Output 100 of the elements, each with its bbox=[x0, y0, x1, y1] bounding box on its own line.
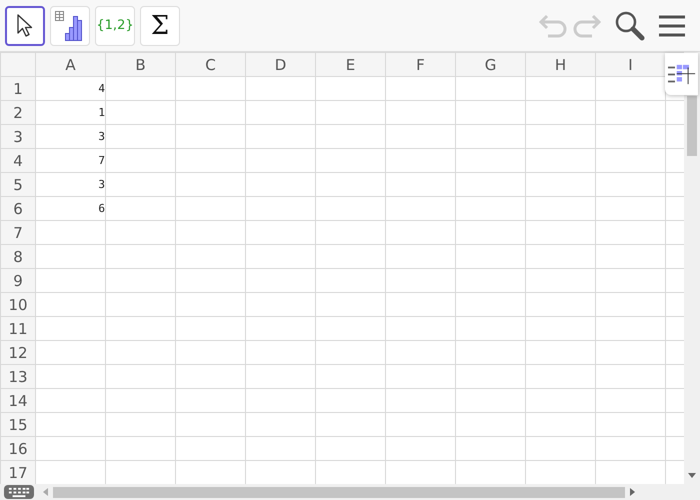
table-cell[interactable] bbox=[176, 388, 246, 412]
table-cell[interactable] bbox=[106, 268, 176, 292]
table-cell[interactable] bbox=[456, 364, 526, 388]
table-cell[interactable] bbox=[526, 364, 596, 388]
row-header[interactable]: 10 bbox=[0, 292, 36, 316]
table-cell[interactable] bbox=[526, 316, 596, 340]
table-cell[interactable] bbox=[596, 316, 666, 340]
table-cell[interactable] bbox=[176, 292, 246, 316]
column-header[interactable]: B bbox=[106, 52, 176, 76]
table-cell[interactable] bbox=[386, 148, 456, 172]
table-cell[interactable] bbox=[386, 412, 456, 436]
table-cell[interactable] bbox=[526, 292, 596, 316]
table-cell[interactable] bbox=[456, 220, 526, 244]
table-cell[interactable] bbox=[176, 100, 246, 124]
row-header[interactable]: 3 bbox=[0, 124, 36, 148]
table-cell[interactable] bbox=[386, 196, 456, 220]
table-cell[interactable] bbox=[246, 196, 316, 220]
table-cell[interactable]: 3 bbox=[36, 124, 106, 148]
column-header[interactable]: C bbox=[176, 52, 246, 76]
table-cell[interactable] bbox=[316, 100, 386, 124]
table-cell[interactable] bbox=[106, 76, 176, 100]
table-cell[interactable] bbox=[386, 76, 456, 100]
table-cell[interactable] bbox=[316, 388, 386, 412]
row-header[interactable]: 13 bbox=[0, 364, 36, 388]
table-cell[interactable] bbox=[246, 268, 316, 292]
table-cell[interactable] bbox=[176, 76, 246, 100]
table-cell[interactable] bbox=[316, 220, 386, 244]
column-header[interactable]: E bbox=[316, 52, 386, 76]
row-header[interactable]: 16 bbox=[0, 436, 36, 460]
table-cell[interactable] bbox=[596, 148, 666, 172]
table-cell[interactable] bbox=[386, 220, 456, 244]
table-cell[interactable] bbox=[176, 220, 246, 244]
table-cell[interactable] bbox=[246, 148, 316, 172]
table-cell[interactable] bbox=[456, 100, 526, 124]
table-cell[interactable] bbox=[36, 436, 106, 460]
table-cell[interactable] bbox=[176, 316, 246, 340]
table-cell[interactable] bbox=[596, 388, 666, 412]
table-cell[interactable] bbox=[246, 172, 316, 196]
table-cell[interactable] bbox=[316, 364, 386, 388]
scrollbar-thumb[interactable] bbox=[687, 96, 697, 156]
column-header[interactable]: A bbox=[36, 52, 106, 76]
table-cell[interactable] bbox=[526, 196, 596, 220]
table-cell[interactable] bbox=[246, 124, 316, 148]
table-cell[interactable] bbox=[596, 340, 666, 364]
table-cell[interactable] bbox=[316, 316, 386, 340]
table-cell[interactable] bbox=[386, 340, 456, 364]
table-cell[interactable] bbox=[386, 124, 456, 148]
table-cell[interactable] bbox=[526, 148, 596, 172]
table-cell[interactable] bbox=[386, 100, 456, 124]
table-cell[interactable] bbox=[176, 244, 246, 268]
table-cell[interactable] bbox=[596, 364, 666, 388]
table-cell[interactable] bbox=[386, 316, 456, 340]
vertical-scrollbar[interactable] bbox=[684, 52, 700, 484]
table-cell[interactable]: 3 bbox=[36, 172, 106, 196]
table-cell[interactable] bbox=[246, 412, 316, 436]
table-cell[interactable]: 7 bbox=[36, 148, 106, 172]
table-cell[interactable] bbox=[36, 244, 106, 268]
table-cell[interactable] bbox=[386, 364, 456, 388]
table-cell[interactable] bbox=[106, 340, 176, 364]
table-cell[interactable]: 1 bbox=[36, 100, 106, 124]
table-cell[interactable] bbox=[456, 196, 526, 220]
table-cell[interactable] bbox=[526, 124, 596, 148]
scrollbar-thumb[interactable] bbox=[53, 486, 625, 498]
table-cell[interactable]: 4 bbox=[36, 76, 106, 100]
table-cell[interactable] bbox=[176, 436, 246, 460]
table-cell[interactable] bbox=[36, 412, 106, 436]
table-cell[interactable] bbox=[106, 436, 176, 460]
row-header[interactable]: 9 bbox=[0, 268, 36, 292]
row-header[interactable]: 15 bbox=[0, 412, 36, 436]
table-cell[interactable] bbox=[316, 244, 386, 268]
table-cell[interactable] bbox=[246, 316, 316, 340]
row-header[interactable]: 11 bbox=[0, 316, 36, 340]
table-cell[interactable] bbox=[456, 436, 526, 460]
table-cell[interactable] bbox=[526, 244, 596, 268]
table-cell[interactable] bbox=[316, 412, 386, 436]
table-cell[interactable] bbox=[456, 388, 526, 412]
table-cell[interactable] bbox=[596, 292, 666, 316]
row-header[interactable]: 7 bbox=[0, 220, 36, 244]
table-cell[interactable] bbox=[456, 316, 526, 340]
table-cell[interactable] bbox=[526, 268, 596, 292]
pointer-tool-button[interactable] bbox=[5, 6, 45, 46]
table-cell[interactable] bbox=[246, 76, 316, 100]
table-cell[interactable] bbox=[526, 172, 596, 196]
table-cell[interactable] bbox=[386, 268, 456, 292]
table-cell[interactable] bbox=[246, 292, 316, 316]
row-header[interactable]: 4 bbox=[0, 148, 36, 172]
table-cell[interactable] bbox=[106, 124, 176, 148]
table-cell[interactable] bbox=[106, 292, 176, 316]
table-cell[interactable] bbox=[526, 388, 596, 412]
row-header[interactable]: 1 bbox=[0, 76, 36, 100]
table-cell[interactable] bbox=[176, 172, 246, 196]
sum-tool-button[interactable]: Σ bbox=[140, 6, 180, 46]
row-header[interactable]: 14 bbox=[0, 388, 36, 412]
row-header[interactable]: 17 bbox=[0, 460, 36, 484]
table-cell[interactable] bbox=[106, 316, 176, 340]
table-cell[interactable] bbox=[456, 244, 526, 268]
table-cell[interactable] bbox=[176, 148, 246, 172]
table-cell[interactable] bbox=[596, 172, 666, 196]
scroll-left-arrow-icon[interactable] bbox=[43, 488, 48, 496]
table-cell[interactable] bbox=[246, 436, 316, 460]
